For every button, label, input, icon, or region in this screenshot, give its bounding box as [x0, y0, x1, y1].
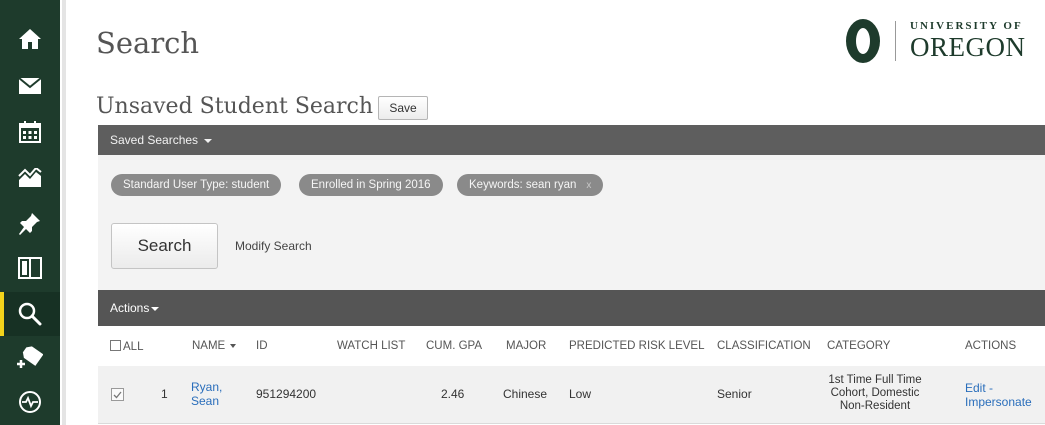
saved-searches-dropdown[interactable]: Saved Searches: [110, 133, 213, 147]
sidebar-item-calendar[interactable]: [0, 110, 60, 154]
actions-label: Actions: [110, 301, 150, 315]
column-header-label: NAME: [192, 340, 226, 352]
category-line: Cohort, Domestic: [830, 387, 920, 399]
o-logo-icon: [846, 19, 880, 63]
filter-chip-user-type[interactable]: Standard User Type: student: [111, 174, 282, 196]
column-header-gpa[interactable]: CUM. GPA: [426, 340, 482, 352]
home-icon: [19, 29, 41, 49]
sidebar-nav: [0, 0, 60, 425]
classification-value: Senior: [717, 387, 752, 401]
column-header-name[interactable]: NAME: [192, 340, 237, 352]
filter-chip-keywords[interactable]: Keywords: sean ryan x: [457, 174, 604, 196]
major-value: Chinese: [503, 387, 548, 401]
page-title: Search: [96, 26, 200, 60]
category-value: 1st Time Full Time Cohort, Domestic Non-…: [815, 374, 935, 413]
sort-desc-icon: [230, 343, 237, 348]
logo-wordmark: UNIVERSITY OF OREGON: [910, 21, 1026, 61]
student-first-name: Sean: [191, 394, 220, 408]
book-icon: [18, 257, 42, 279]
impersonate-link[interactable]: Impersonate: [965, 395, 1032, 409]
edit-link[interactable]: Edit -: [965, 381, 1032, 395]
checkbox-icon: [110, 340, 121, 351]
sidebar-item-add-note[interactable]: [0, 336, 60, 380]
add-tag-icon: [17, 346, 43, 368]
sidebar-item-chart[interactable]: [0, 156, 60, 200]
actions-dropdown[interactable]: Actions: [110, 301, 160, 315]
category-line: Non-Resident: [839, 400, 911, 412]
sidebar-item-pulse[interactable]: [0, 380, 60, 424]
mail-icon: [18, 77, 42, 94]
pushpin-icon: [19, 213, 40, 235]
caret-down-icon: [151, 306, 160, 311]
column-header-category[interactable]: CATEGORY: [827, 340, 890, 352]
sidebar-item-search[interactable]: [0, 292, 60, 336]
logo-separator: [895, 21, 896, 61]
pulse-icon: [19, 391, 41, 413]
column-header-actions: ACTIONS: [965, 340, 1017, 352]
sidebar-item-pin[interactable]: [0, 201, 60, 245]
filter-chip-label: Enrolled in Spring 2016: [311, 179, 431, 191]
filter-chip-label: Standard User Type: student: [123, 179, 270, 191]
student-name-link[interactable]: Ryan, Sean: [191, 380, 222, 408]
actions-bar: Actions: [98, 290, 1045, 326]
save-button[interactable]: Save: [378, 96, 428, 120]
saved-searches-bar: Saved Searches: [98, 125, 1045, 155]
column-header-risk[interactable]: PREDICTED RISK LEVEL: [569, 340, 704, 352]
student-id: 951294200: [256, 387, 317, 401]
search-icon: [18, 302, 42, 326]
sidebar-item-home[interactable]: [0, 17, 60, 61]
caret-down-icon: [204, 138, 213, 143]
sidebar-item-mail[interactable]: [0, 64, 60, 108]
filter-chip-label: Keywords: sean ryan: [469, 179, 577, 191]
modify-search-link[interactable]: Modify Search: [235, 239, 312, 253]
results-table-header: ALL NAME ID WATCH LIST CUM. GPA MAJOR PR…: [98, 326, 1045, 366]
university-logo[interactable]: UNIVERSITY OF OREGON: [845, 18, 1026, 64]
column-header-major[interactable]: MAJOR: [506, 340, 546, 352]
table-row: 1 Ryan, Sean 951294200 2.46 Chinese Low …: [98, 366, 1045, 424]
column-header-watch-list[interactable]: WATCH LIST: [337, 340, 405, 352]
student-last-name: Ryan,: [191, 380, 223, 394]
logo-line-2: OREGON: [910, 32, 1026, 62]
category-line: 1st Time Full Time: [828, 374, 922, 386]
column-header-classification[interactable]: CLASSIFICATION: [717, 340, 811, 352]
search-button[interactable]: Search: [111, 223, 218, 269]
column-header-id[interactable]: ID: [256, 340, 268, 352]
sidebar-item-book[interactable]: [0, 246, 60, 290]
calendar-icon: [19, 121, 41, 143]
checkmark-icon: [113, 391, 122, 398]
saved-searches-label: Saved Searches: [110, 133, 199, 147]
logo-line-1: UNIVERSITY OF: [910, 20, 1023, 32]
search-criteria-panel: Standard User Type: student Enrolled in …: [98, 155, 1045, 290]
sidebar-edge: [62, 0, 66, 425]
area-chart-icon: [18, 168, 42, 187]
row-index: 1: [161, 387, 168, 401]
risk-level-value: Low: [569, 387, 592, 401]
row-actions: Edit - Impersonate: [965, 381, 1032, 409]
row-checkbox[interactable]: [111, 388, 124, 401]
gpa-value: 2.46: [441, 387, 465, 401]
column-header-all: ALL: [123, 341, 144, 353]
filter-chip-enrolled[interactable]: Enrolled in Spring 2016: [299, 174, 443, 196]
remove-chip-icon[interactable]: x: [586, 180, 591, 191]
select-all-checkbox[interactable]: ALL: [110, 340, 143, 353]
search-title: Unsaved Student Search: [96, 94, 374, 119]
